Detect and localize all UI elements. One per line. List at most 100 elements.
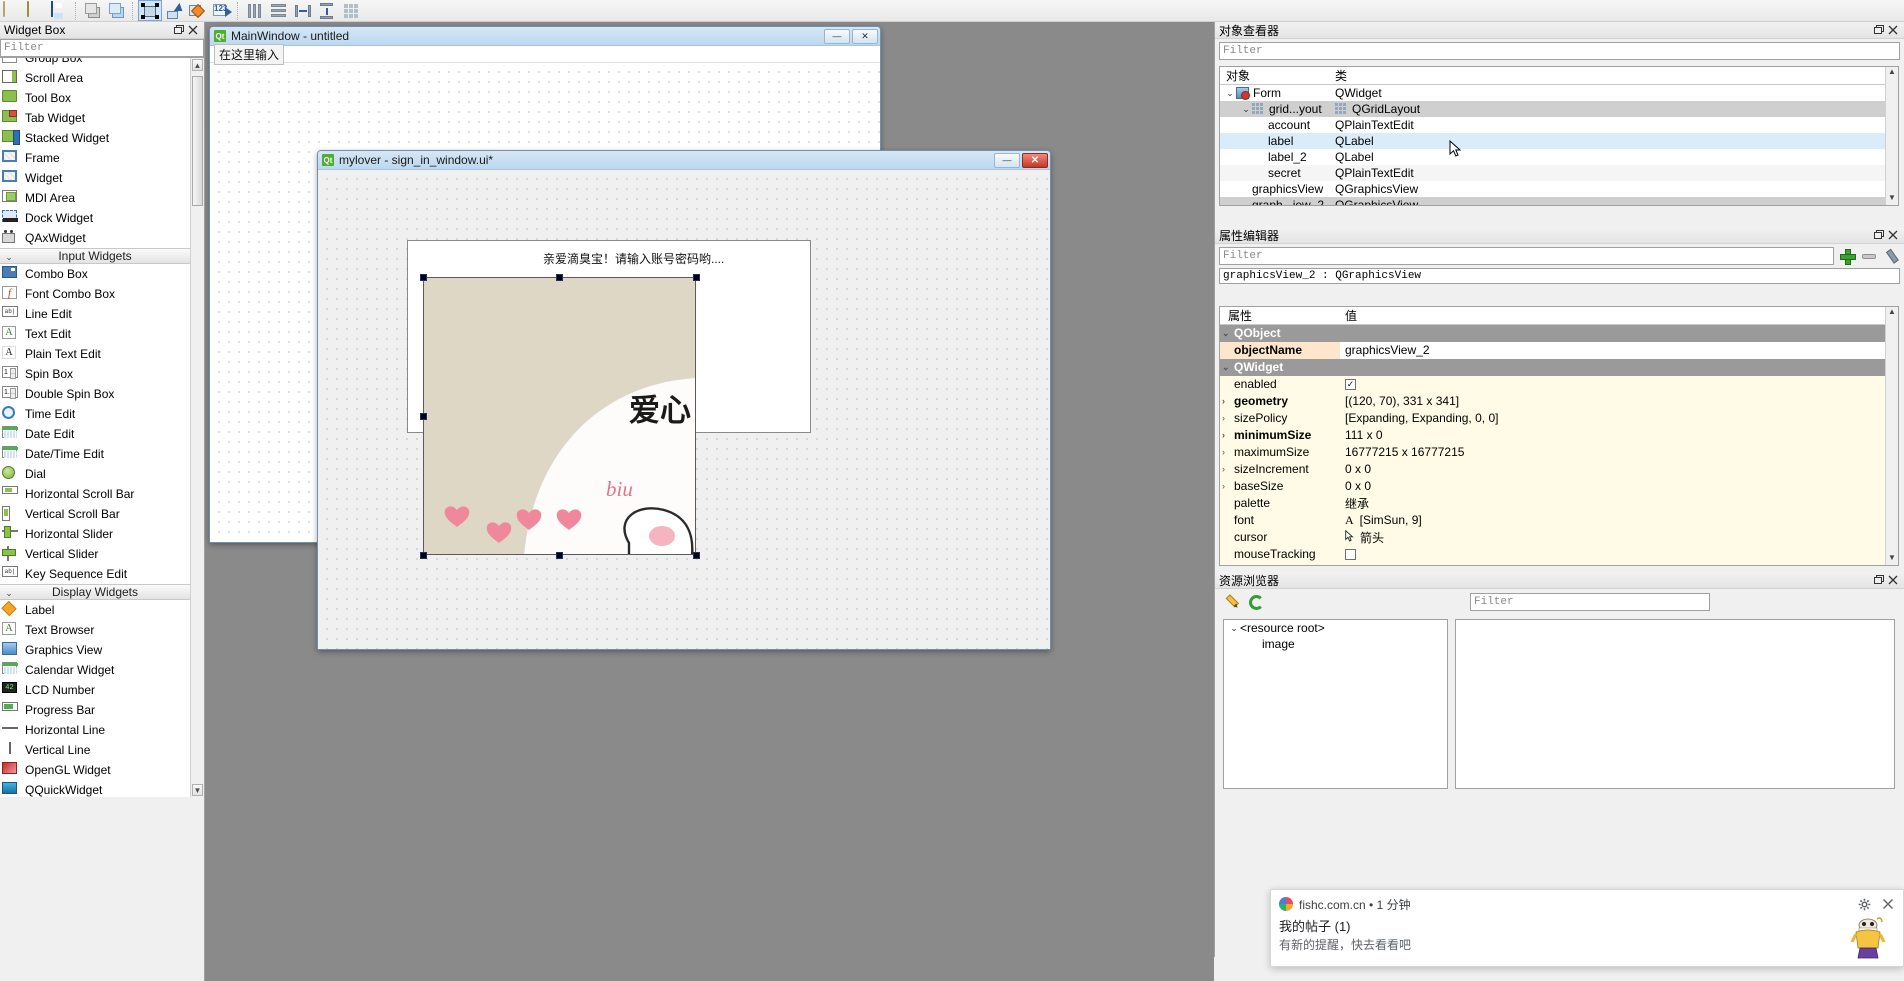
property-checkbox[interactable] bbox=[1345, 566, 1356, 567]
gear-icon[interactable] bbox=[1857, 897, 1871, 911]
sign-in-form-titlebar[interactable]: Qt mylover - sign_in_window.ui* — ✕ bbox=[318, 151, 1050, 170]
property-row[interactable]: › baseSize 0 x 0 bbox=[1220, 477, 1898, 495]
reload-resources-button[interactable] bbox=[1247, 593, 1265, 611]
widget-box-item[interactable]: 1 Spin Box bbox=[0, 364, 190, 384]
sign-in-form-body[interactable]: 亲爱滴臭宝！请输入账号密码哟.... 爱心 biu bbox=[318, 170, 1050, 649]
property-row[interactable]: font A [SimSun, 9] bbox=[1220, 511, 1898, 529]
selection-handle-tc[interactable] bbox=[556, 274, 563, 281]
property-table[interactable]: 属性 值 ⌄ QObject objectName graphicsView_2 ⌄ QW… bbox=[1219, 306, 1899, 566]
scroll-down-icon[interactable]: ▼ bbox=[1886, 193, 1898, 205]
resource-filter-input[interactable]: Filter bbox=[1470, 593, 1710, 611]
widget-box-item[interactable]: QQuickWidget bbox=[0, 780, 190, 797]
scroll-up-icon[interactable]: ▲ bbox=[1886, 67, 1898, 79]
widget-box-item[interactable]: Scroll Area bbox=[0, 68, 190, 88]
widget-box-item[interactable]: Group Box bbox=[0, 58, 190, 68]
design-canvas[interactable]: Qt MainWindow - untitled — ✕ 在这里输入 Qt my… bbox=[205, 22, 1214, 797]
chevron-down-icon[interactable]: ⌄ bbox=[1222, 362, 1232, 373]
widget-box-item[interactable]: Date Edit bbox=[0, 424, 190, 444]
selection-handle-bl[interactable] bbox=[420, 552, 427, 559]
widget-box-category-header[interactable]: ⌄ Input Widgets bbox=[0, 248, 190, 264]
widget-box-item[interactable]: Calendar Widget bbox=[0, 660, 190, 680]
widget-box-category-header[interactable]: ⌄ Display Widgets bbox=[0, 584, 190, 600]
object-inspector-filter-input[interactable]: Filter bbox=[1219, 42, 1900, 60]
close-icon[interactable] bbox=[186, 23, 200, 37]
close-icon[interactable] bbox=[1881, 897, 1895, 911]
widget-box-item[interactable]: Tool Box bbox=[0, 88, 190, 108]
layout-vertically-button[interactable] bbox=[267, 0, 291, 21]
property-editor-filter-input[interactable]: Filter bbox=[1219, 247, 1834, 265]
open-form-button[interactable] bbox=[24, 0, 48, 21]
edit-widgets-button[interactable] bbox=[138, 0, 162, 21]
chevron-down-icon[interactable]: ⌄ bbox=[1240, 104, 1252, 115]
property-row[interactable]: ⌄ QObject bbox=[1220, 324, 1898, 342]
widget-box-item[interactable]: Vertical Scroll Bar bbox=[0, 504, 190, 524]
object-tree-row[interactable]: label QLabel bbox=[1220, 133, 1898, 149]
undo-button[interactable] bbox=[81, 0, 105, 21]
chevron-right-icon[interactable]: › bbox=[1222, 396, 1232, 406]
property-row[interactable]: objectName graphicsView_2 bbox=[1220, 341, 1898, 359]
float-icon[interactable] bbox=[1872, 23, 1886, 37]
chevron-right-icon[interactable]: › bbox=[1222, 447, 1232, 457]
widget-box-item[interactable]: 1.2 Double Spin Box bbox=[0, 384, 190, 404]
selection-handle-tr[interactable] bbox=[693, 274, 700, 281]
object-tree-row[interactable]: graphicsView QGraphicsView bbox=[1220, 181, 1898, 197]
widget-box-item[interactable]: A Text Edit bbox=[0, 324, 190, 344]
resource-tree[interactable]: ⌄ <resource root> image bbox=[1223, 619, 1448, 789]
scroll-up-icon[interactable]: ▲ bbox=[192, 59, 203, 71]
property-row[interactable]: cursor 箭头 bbox=[1220, 528, 1898, 546]
widget-box-item[interactable]: Stacked Widget bbox=[0, 128, 190, 148]
main-window-menubar[interactable]: 在这里输入 bbox=[210, 43, 880, 65]
property-checkbox[interactable]: ✓ bbox=[1345, 378, 1356, 390]
object-tree-row[interactable]: secret QPlainTextEdit bbox=[1220, 165, 1898, 181]
selection-handle-tl[interactable] bbox=[420, 274, 427, 281]
widget-box-item[interactable]: Tab Widget bbox=[0, 108, 190, 128]
notification-toast[interactable]: fishc.com.cn • 1 分钟 我的帖子 (1) 有新的提醒，快去看看吧 bbox=[1270, 889, 1904, 967]
close-icon[interactable] bbox=[1886, 23, 1900, 37]
property-row[interactable]: tabletTracking bbox=[1220, 562, 1898, 567]
object-tree-scrollbar[interactable]: ▲ ▼ bbox=[1885, 67, 1898, 205]
float-icon[interactable] bbox=[1872, 228, 1886, 242]
layout-splitter-vertical-button[interactable] bbox=[315, 0, 339, 21]
resource-tree-row[interactable]: ⌄ <resource root> bbox=[1224, 620, 1447, 636]
edit-resources-button[interactable] bbox=[1223, 593, 1241, 611]
object-tree-row[interactable]: label_2 QLabel bbox=[1220, 149, 1898, 165]
float-icon[interactable] bbox=[1872, 573, 1886, 587]
menubar-type-here[interactable]: 在这里输入 bbox=[214, 43, 285, 65]
widget-box-item[interactable]: Dock Widget bbox=[0, 208, 190, 228]
chevron-right-icon[interactable]: › bbox=[1222, 413, 1232, 423]
widget-box-scrollbar[interactable]: ▲ ▼ bbox=[190, 58, 204, 797]
widget-box-item[interactable]: Vertical Slider bbox=[0, 544, 190, 564]
chevron-down-icon[interactable]: ⌄ bbox=[1224, 88, 1236, 99]
widget-box-item[interactable]: ab| Key Sequence Edit bbox=[0, 564, 190, 584]
edit-signals-slots-button[interactable] bbox=[162, 0, 186, 21]
chevron-right-icon[interactable]: › bbox=[1222, 464, 1232, 474]
property-row[interactable]: ⌄ QWidget bbox=[1220, 358, 1898, 376]
layout-grid-button[interactable] bbox=[339, 0, 363, 21]
property-row[interactable]: › minimumSize 111 x 0 bbox=[1220, 426, 1898, 444]
configure-property-button[interactable] bbox=[1882, 247, 1900, 265]
widget-box-item[interactable]: Frame bbox=[0, 148, 190, 168]
scroll-up-icon[interactable]: ▲ bbox=[1886, 307, 1898, 319]
widget-box-item[interactable]: Horizontal Slider bbox=[0, 524, 190, 544]
scroll-down-icon[interactable]: ▼ bbox=[192, 784, 203, 796]
layout-horizontally-button[interactable] bbox=[243, 0, 267, 21]
property-row[interactable]: › geometry [(120, 70), 331 x 341] bbox=[1220, 392, 1898, 410]
prompt-label[interactable]: 亲爱滴臭宝！请输入账号密码哟.... bbox=[543, 250, 724, 267]
chevron-down-icon[interactable]: ⌄ bbox=[1222, 328, 1232, 339]
widget-box-item[interactable]: Horizontal Scroll Bar bbox=[0, 484, 190, 504]
graphics-view-2-widget[interactable]: 爱心 biu bbox=[423, 277, 696, 555]
widget-box-item[interactable]: Time Edit bbox=[0, 404, 190, 424]
property-row[interactable]: › sizeIncrement 0 x 0 bbox=[1220, 460, 1898, 478]
widget-box-item[interactable]: ab| Line Edit bbox=[0, 304, 190, 324]
main-window-close-button[interactable]: ✕ bbox=[852, 28, 878, 44]
remove-property-button[interactable] bbox=[1860, 247, 1878, 265]
layout-splitter-horizontal-button[interactable] bbox=[291, 0, 315, 21]
widget-box-item[interactable]: OpenGL Widget bbox=[0, 760, 190, 780]
widget-box-item[interactable]: Combo Box bbox=[0, 264, 190, 284]
float-icon[interactable] bbox=[172, 23, 186, 37]
selection-handle-bc[interactable] bbox=[556, 552, 563, 559]
selection-handle-ml[interactable] bbox=[420, 413, 427, 420]
widget-box-item[interactable]: Date/Time Edit bbox=[0, 444, 190, 464]
widget-box-item[interactable]: Progress Bar bbox=[0, 700, 190, 720]
close-icon[interactable] bbox=[1886, 573, 1900, 587]
